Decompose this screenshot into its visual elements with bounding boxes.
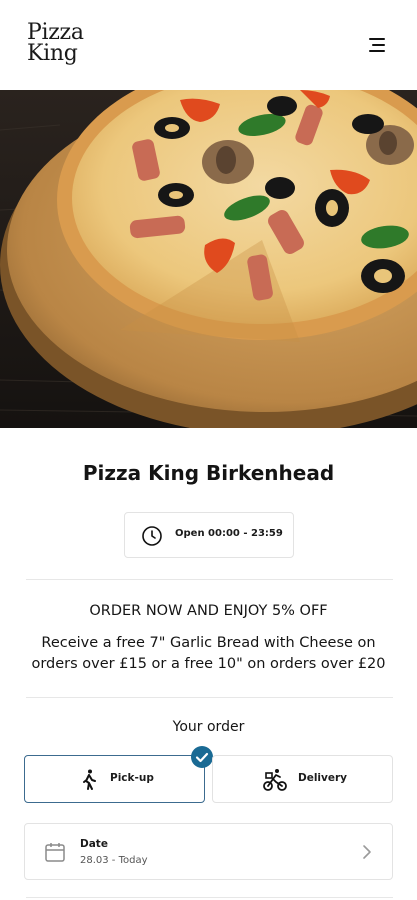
selected-check-icon bbox=[191, 746, 213, 768]
pickup-option-label: Pick-up bbox=[110, 772, 154, 784]
calendar-icon bbox=[45, 843, 65, 862]
date-value: 28.03 - Today bbox=[80, 855, 148, 866]
opening-hours-text: Open 00:00 - 23:59 bbox=[175, 528, 283, 539]
chevron-right-icon bbox=[363, 845, 371, 859]
bicycle-courier-icon bbox=[263, 769, 287, 791]
opening-hours-badge: Open 00:00 - 23:59 bbox=[124, 512, 294, 558]
promo-description: Receive a free 7" Garlic Bread with Chee… bbox=[31, 635, 386, 672]
logo-line-2: King bbox=[27, 41, 78, 66]
divider bbox=[26, 897, 393, 898]
your-order-label: Your order bbox=[172, 719, 245, 735]
divider bbox=[26, 579, 393, 580]
delivery-option-label: Delivery bbox=[298, 772, 348, 784]
promo-headline: ORDER NOW AND ENJOY 5% OFF bbox=[89, 603, 328, 619]
date-label: Date bbox=[80, 838, 108, 850]
divider bbox=[26, 697, 393, 698]
pizza-king-logo[interactable]: Pizza King bbox=[27, 20, 97, 66]
delivery-option-button[interactable]: Delivery bbox=[212, 755, 393, 803]
hamburger-menu-icon[interactable] bbox=[365, 34, 389, 56]
hero-pizza-image bbox=[0, 90, 417, 428]
store-name: Pizza King Birkenhead bbox=[82, 461, 335, 485]
clock-icon bbox=[142, 526, 162, 546]
walking-person-icon bbox=[83, 769, 96, 790]
app-header: Pizza King bbox=[0, 0, 417, 90]
pickup-option-button[interactable]: Pick-up bbox=[24, 755, 205, 803]
logo-line-1: Pizza bbox=[27, 20, 84, 45]
date-selector[interactable]: Date 28.03 - Today bbox=[24, 823, 393, 880]
